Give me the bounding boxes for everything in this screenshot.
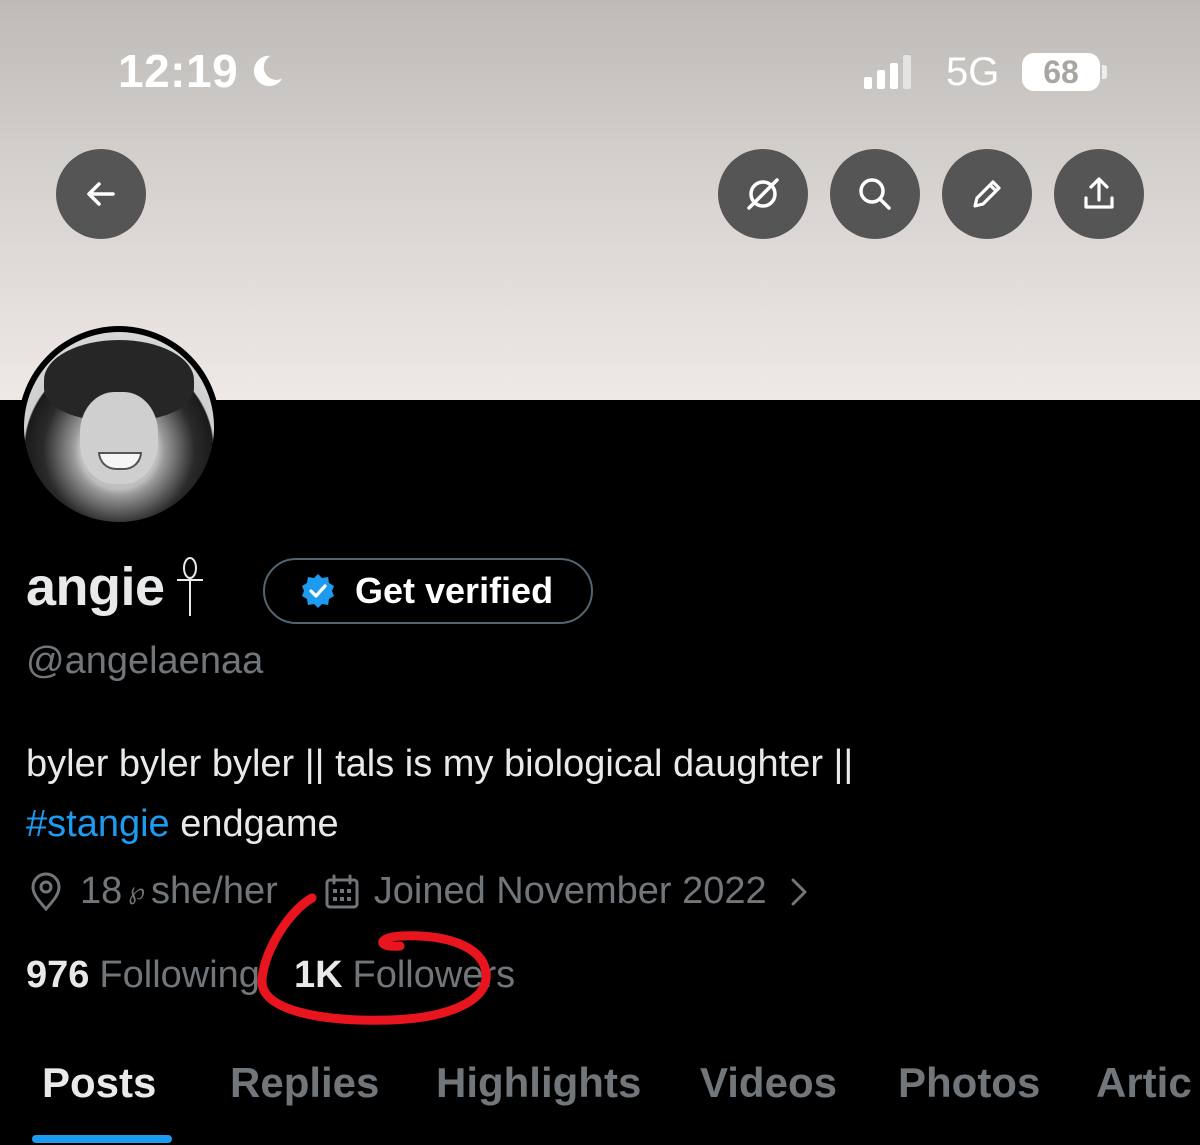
- chevron-right-icon[interactable]: [779, 872, 819, 912]
- battery-icon: 68: [1022, 53, 1100, 91]
- share-icon: [1084, 177, 1114, 209]
- bio: byler byler byler || tals is my biologic…: [26, 734, 1176, 854]
- avatar-photo: [24, 332, 214, 522]
- clock: 12:19: [118, 44, 286, 98]
- back-button[interactable]: [56, 149, 146, 239]
- get-verified-label: Get verified: [355, 570, 554, 611]
- pencil-icon: [973, 180, 1001, 208]
- location-pin-icon: [31, 872, 61, 911]
- bio-line-2: #stangie endgame: [26, 794, 1176, 854]
- tab-photos[interactable]: Photos: [898, 1059, 1040, 1107]
- followers-link[interactable]: 1K Followers: [294, 954, 515, 997]
- username-handle: @angelaenaa: [26, 640, 264, 682]
- edit-button[interactable]: [942, 149, 1032, 239]
- avatar-face: [80, 392, 158, 484]
- following-label: Following: [99, 954, 260, 996]
- tab-articles[interactable]: Artic: [1096, 1059, 1192, 1107]
- pronouns: she/her: [151, 870, 278, 912]
- status-bar: 12:19 5G 68: [0, 0, 1200, 140]
- verified-badge-icon: [302, 574, 334, 608]
- back-arrow-icon: [87, 182, 115, 206]
- hashtag-link[interactable]: #stangie: [26, 803, 170, 845]
- followers-count: 1K: [293, 954, 343, 996]
- grok-button[interactable]: [718, 149, 808, 239]
- tab-highlights[interactable]: Highlights: [436, 1059, 641, 1107]
- clock-time: 12:19: [118, 45, 239, 97]
- followers-label: Followers: [352, 954, 516, 996]
- share-button[interactable]: [1054, 149, 1144, 239]
- signal-icon: [864, 55, 911, 89]
- tab-videos[interactable]: Videos: [700, 1059, 837, 1107]
- profile-tabs: Posts Replies Highlights Videos Photos A…: [0, 1055, 1200, 1145]
- battery-level: 68: [1043, 53, 1079, 90]
- name-row: angie: [26, 556, 205, 618]
- joined-date: Joined November 2022: [373, 870, 767, 912]
- tab-replies[interactable]: Replies: [230, 1059, 379, 1107]
- profile-meta: 18 ℘ she/her Joined November 2022: [26, 870, 819, 913]
- tab-posts[interactable]: Posts: [42, 1059, 156, 1107]
- moon-icon: [254, 55, 283, 87]
- slash-circle-icon: [747, 178, 779, 210]
- following-link[interactable]: 976 Following: [26, 954, 260, 997]
- ankh-icon: [176, 557, 203, 616]
- active-tab-indicator: [32, 1135, 172, 1143]
- following-count: 976: [26, 954, 90, 996]
- search-button[interactable]: [830, 149, 920, 239]
- battery-tip: [1102, 65, 1107, 79]
- bio-tail: endgame: [169, 803, 339, 845]
- bio-line-1: byler byler byler || tals is my biologic…: [26, 743, 854, 785]
- location-symbol: ℘: [128, 878, 146, 905]
- location-text: 18: [80, 870, 123, 912]
- get-verified-button[interactable]: Get verified: [263, 558, 593, 624]
- search-icon: [859, 178, 891, 210]
- network-type: 5G: [946, 50, 1000, 94]
- display-name: angie: [26, 557, 165, 617]
- follow-stats: 976 Following 1K Followers: [26, 954, 515, 997]
- calendar-icon: [325, 874, 359, 908]
- avatar[interactable]: [18, 326, 220, 528]
